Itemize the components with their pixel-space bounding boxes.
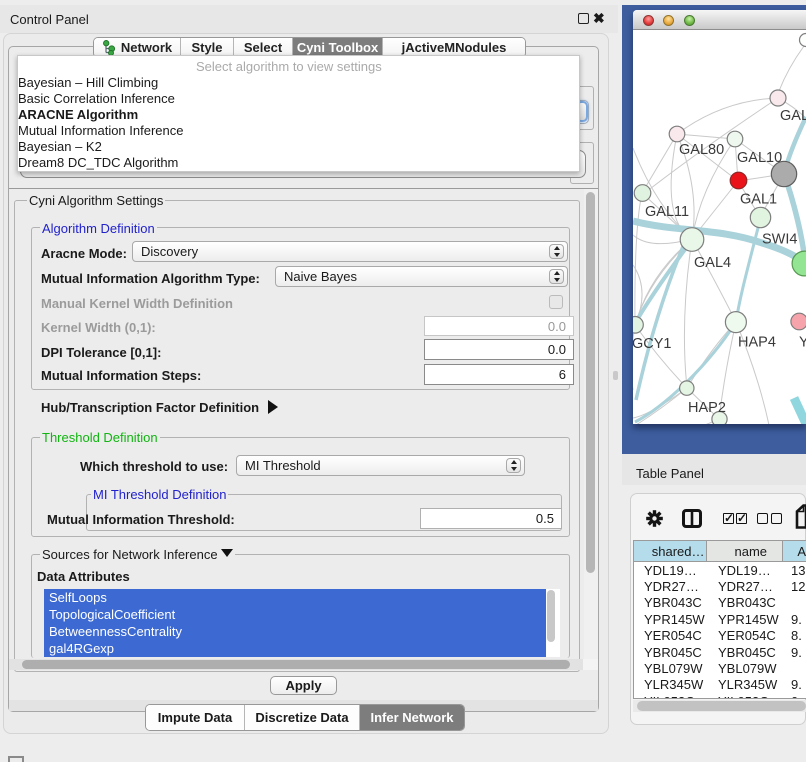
svg-text:GAL4: GAL4 (694, 255, 731, 271)
svg-text:GAL80: GAL80 (679, 142, 724, 158)
svg-text:GAL10: GAL10 (737, 150, 782, 166)
svg-text:SWI4: SWI4 (762, 232, 797, 248)
svg-text:HAP2: HAP2 (688, 400, 726, 416)
svg-text:GCY1: GCY1 (633, 336, 672, 352)
svg-text:GAL: GAL (780, 108, 806, 124)
svg-text:HAP4: HAP4 (738, 335, 776, 351)
svg-text:GAL11: GAL11 (645, 204, 689, 220)
svg-text:GAL1: GAL1 (740, 192, 777, 208)
svg-text:Y: Y (799, 335, 806, 351)
